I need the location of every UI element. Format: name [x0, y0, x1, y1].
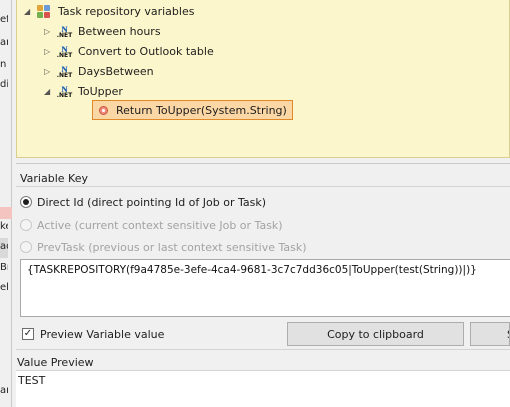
expand-arrow-icon[interactable]: ▷: [44, 27, 56, 36]
left-fragment: di: [0, 79, 8, 90]
tree-item-toupper[interactable]: ◢ ɴ .NET ToUpper: [44, 82, 123, 100]
left-fragment: an: [0, 385, 8, 396]
divider: [16, 349, 510, 350]
value-preview-box: TEST: [16, 370, 510, 407]
radio-button[interactable]: [20, 196, 32, 208]
radio-label: Direct Id (direct pointing Id of Job or …: [37, 195, 267, 209]
left-fragment: n e: [0, 59, 8, 70]
left-tab-marker: [0, 207, 12, 219]
collapse-arrow-icon[interactable]: ◢: [44, 87, 56, 96]
left-fragment: ar: [0, 37, 8, 48]
left-fragment: ke: [0, 221, 8, 232]
left-fragment: ek: [0, 282, 8, 293]
tree-item-label: Between hours: [78, 24, 161, 38]
clipped-button[interactable]: S: [470, 322, 510, 346]
tree-root-label: Task repository variables: [58, 4, 195, 18]
panel-splitter[interactable]: [16, 163, 510, 166]
method-icon: [99, 105, 108, 115]
tree-item-return-toupper[interactable]: Return ToUpper(System.String): [92, 100, 293, 120]
left-fragment: ad: [0, 238, 8, 258]
preview-variable-checkbox[interactable]: ✓ Preview Variable value: [22, 326, 164, 342]
left-panel-clipped: ef ar n e di ke ad Br ek an: [0, 0, 12, 407]
tree-item-between-hours[interactable]: ▷ ɴ .NET Between hours: [44, 22, 161, 40]
tree-item-convert-outlook[interactable]: ▷ ɴ .NET Convert to Outlook table: [44, 42, 214, 60]
dotnet-icon: ɴ .NET: [56, 20, 73, 39]
radio-button[interactable]: [20, 241, 32, 253]
value-preview-title: Value Preview: [17, 356, 94, 369]
tree-root[interactable]: ◢ Task repository variables: [24, 2, 194, 20]
tree-item-label: Convert to Outlook table: [78, 44, 214, 58]
checkbox-check-icon[interactable]: ✓: [22, 328, 34, 340]
radio-active[interactable]: Active (current context sensitive Job or…: [20, 217, 283, 233]
variable-key-field[interactable]: {TASKREPOSITORY(f9a4785e-3efe-4ca4-9681-…: [20, 259, 510, 317]
expand-arrow-icon[interactable]: ▷: [44, 47, 56, 56]
radio-prevtask[interactable]: PrevTask (previous or last context sensi…: [20, 239, 307, 255]
tree-item-label: DaysBetween: [78, 64, 154, 78]
divider: [16, 186, 510, 187]
radio-label: PrevTask (previous or last context sensi…: [37, 240, 307, 254]
left-fragment: Br: [0, 262, 8, 273]
collapse-arrow-icon[interactable]: ◢: [24, 7, 36, 16]
tree-item-label: ToUpper: [78, 84, 123, 98]
left-fragment: ef: [0, 14, 8, 25]
dotnet-icon: ɴ .NET: [56, 40, 73, 59]
radio-direct-id[interactable]: Direct Id (direct pointing Id of Job or …: [20, 194, 266, 210]
expand-arrow-icon[interactable]: ▷: [44, 67, 56, 76]
repository-icon: [36, 4, 52, 18]
repository-tree[interactable]: ◢ Task repository variables ▷ ɴ .NET Betw…: [16, 0, 510, 158]
checkbox-label: Preview Variable value: [40, 327, 165, 341]
variable-key-title: Variable Key: [20, 172, 88, 185]
tree-item-days-between[interactable]: ▷ ɴ .NET DaysBetween: [44, 62, 154, 80]
dotnet-icon: ɴ .NET: [56, 60, 73, 79]
radio-label: Active (current context sensitive Job or…: [37, 218, 283, 232]
copy-to-clipboard-button[interactable]: Copy to clipboard: [287, 322, 464, 346]
tree-item-label: Return ToUpper(System.String): [116, 103, 287, 117]
radio-button[interactable]: [20, 219, 32, 231]
dotnet-icon: ɴ .NET: [56, 80, 73, 99]
